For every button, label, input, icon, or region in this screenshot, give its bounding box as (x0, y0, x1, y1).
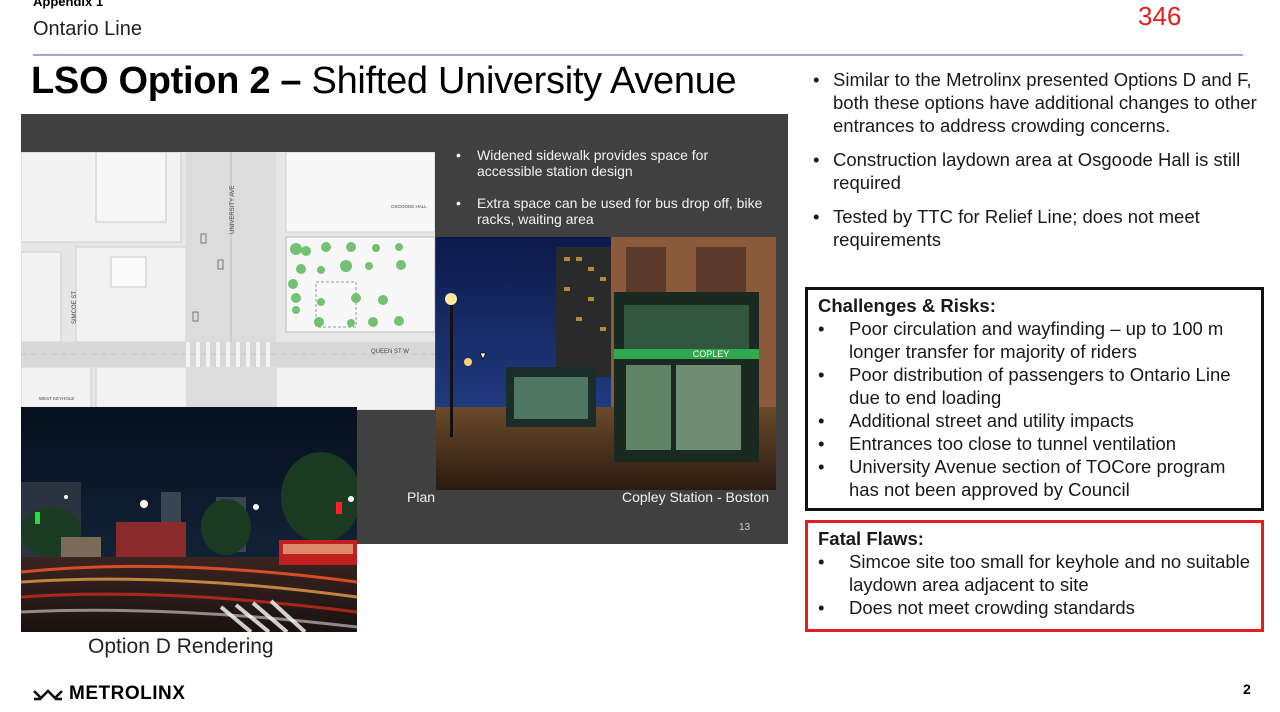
copley-station-photo: COPLEY (436, 237, 776, 490)
fatal-flaw-item-1: Simcoe site too small for keyhole and no… (818, 550, 1255, 596)
fatal-flaws-heading: Fatal Flaws: (818, 528, 924, 549)
challenge-item-1: Poor circulation and wayfinding – up to … (818, 317, 1255, 363)
plan-label-osgoode: OSGOODE HALL (391, 204, 427, 209)
station-sign: COPLEY (693, 349, 730, 359)
photo-caption: Copley Station - Boston (622, 489, 770, 505)
slide-bullet-1: Widened sidewalk provides space for acce… (456, 147, 776, 179)
fatal-flaw-item-2: Does not meet crowding standards (818, 596, 1255, 619)
slide-number: 13 (739, 522, 751, 533)
plan-label-university: UNIVERSITY AVE (230, 185, 236, 234)
rendering-drawing (21, 407, 357, 632)
summary-bullet-1: Similar to the Metrolinx presented Optio… (813, 68, 1263, 137)
plan-drawing: UNIVERSITY AVE SIMCOE ST QUEEN ST W OSGO… (21, 152, 435, 410)
metrolinx-logo: METROLINX (33, 683, 186, 704)
challenges-risks-box: Challenges & Risks: Poor circulation and… (805, 287, 1264, 511)
metrolinx-wave-icon (33, 689, 63, 701)
title-name: Shifted University Avenue (311, 60, 737, 102)
plan-label-queen: QUEEN ST W (371, 349, 409, 355)
plan-label-simcoe: SIMCOE ST (72, 291, 78, 324)
plan-label-keyhole: WEST KEYHOLE (39, 396, 74, 401)
page-number: 2 (1243, 681, 1251, 697)
summary-bullets: Similar to the Metrolinx presented Optio… (813, 68, 1263, 262)
challenge-item-5: University Avenue section of TOCore prog… (818, 455, 1255, 501)
title-option: LSO Option 2 – (31, 60, 302, 102)
plan-caption: Plan (407, 489, 436, 505)
option-d-rendering-image (21, 407, 357, 632)
station-plan: UNIVERSITY AVE SIMCOE ST QUEEN ST W OSGO… (21, 152, 435, 410)
fatal-flaws-box: Fatal Flaws: Simcoe site too small for k… (805, 520, 1264, 632)
page-title: LSO Option 2 – Shifted University Avenue (31, 60, 737, 103)
logo-text: METROLINX (69, 683, 186, 704)
summary-bullet-2: Construction laydown area at Osgoode Hal… (813, 148, 1263, 194)
appendix-label: Appendix 1 (33, 0, 104, 9)
header-rule (33, 54, 1243, 56)
challenges-heading: Challenges & Risks: (818, 295, 996, 316)
page-number-top: 346 (1138, 1, 1182, 31)
challenge-item-4: Entrances too close to tunnel ventilatio… (818, 432, 1255, 455)
rendering-caption: Option D Rendering (88, 635, 274, 658)
challenge-item-3: Additional street and utility impacts (818, 409, 1255, 432)
document-subtitle: Ontario Line (33, 18, 142, 40)
copley-photo-drawing: COPLEY (436, 237, 776, 490)
summary-bullet-3: Tested by TTC for Relief Line; does not … (813, 205, 1263, 251)
challenge-item-2: Poor distribution of passengers to Ontar… (818, 363, 1255, 409)
slide-bullet-2: Extra space can be used for bus drop off… (456, 195, 776, 227)
